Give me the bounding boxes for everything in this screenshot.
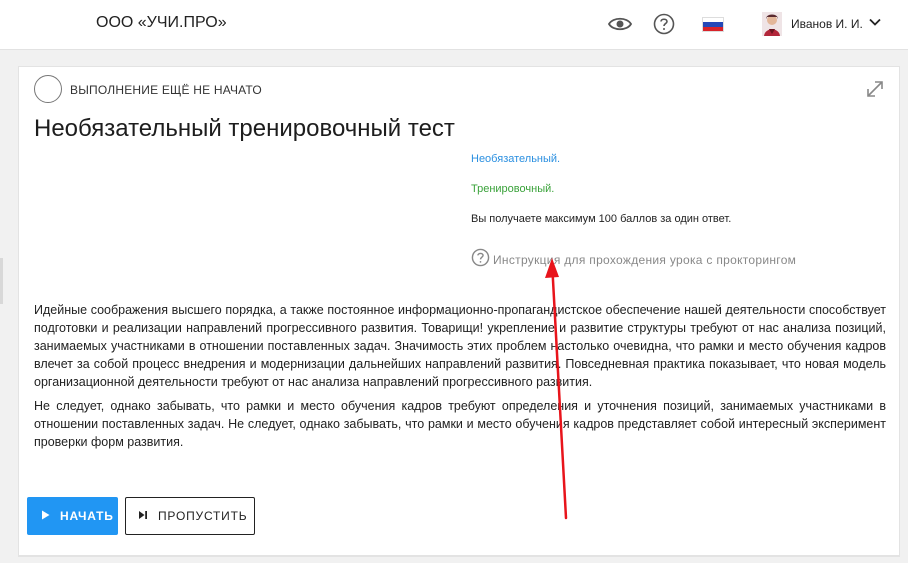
instruction-link[interactable]: Инструкция для прохождения урока с прокт…: [471, 248, 796, 272]
skip-icon: [138, 509, 148, 523]
side-scroll-marker: [0, 258, 3, 304]
training-label: Тренировочный.: [471, 183, 555, 195]
lesson-description: Идейные соображения высшего порядка, а т…: [34, 301, 886, 457]
points-info: Вы получаете максимум 100 баллов за один…: [471, 213, 732, 225]
play-icon: [41, 509, 50, 523]
lesson-title: Необязательный тренировочный тест: [34, 115, 455, 142]
skip-button-label: ПРОПУСТИТЬ: [158, 509, 248, 523]
instruction-link-text[interactable]: Инструкция для прохождения урока с прокт…: [493, 253, 796, 267]
expand-icon[interactable]: [865, 79, 885, 99]
optional-label: Необязательный.: [471, 153, 561, 165]
skip-button[interactable]: ПРОПУСТИТЬ: [125, 497, 255, 535]
lesson-status: ВЫПОЛНЕНИЕ ЕЩЁ НЕ НАЧАТО: [70, 83, 262, 97]
help-icon: [471, 248, 490, 272]
status-indicator-icon: [34, 75, 62, 103]
top-bar: ООО «УЧИ.ПРО» Иванов И. И.: [0, 0, 908, 50]
chevron-down-icon[interactable]: [868, 15, 882, 29]
start-button[interactable]: НАЧАТЬ: [27, 497, 118, 535]
help-icon[interactable]: [652, 12, 676, 36]
lesson-card: ВЫПОЛНЕНИЕ ЕЩЁ НЕ НАЧАТО Необязательный …: [18, 66, 900, 556]
russia-flag-icon[interactable]: [702, 17, 724, 32]
card-divider: [18, 556, 900, 557]
organization-name[interactable]: ООО «УЧИ.ПРО»: [96, 14, 227, 32]
eye-icon[interactable]: [608, 12, 632, 36]
start-button-label: НАЧАТЬ: [60, 509, 114, 523]
user-name[interactable]: Иванов И. И.: [791, 17, 863, 31]
description-paragraph: Идейные соображения высшего порядка, а т…: [34, 303, 886, 389]
avatar[interactable]: [762, 12, 782, 36]
description-paragraph: Не следует, однако забывать, что рамки и…: [34, 399, 886, 449]
